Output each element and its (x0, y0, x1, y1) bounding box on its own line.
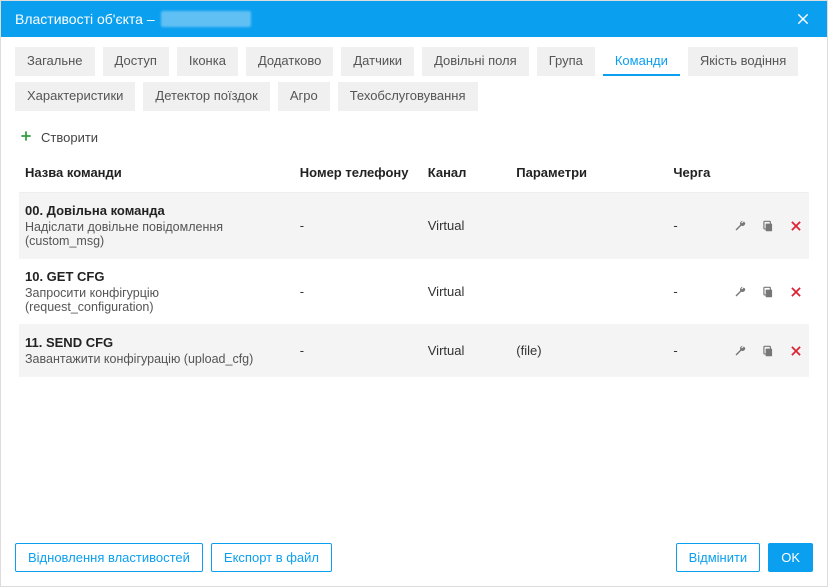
tab-техобслуговування[interactable]: Техобслуговування (338, 82, 478, 111)
cell-phone: - (294, 193, 422, 259)
tab-команди[interactable]: Команди (603, 47, 680, 76)
command-name: 11. SEND CFG (25, 335, 288, 350)
wrench-icon[interactable] (733, 285, 747, 299)
command-subtitle: Завантажити конфігурацію (upload_cfg) (25, 352, 288, 366)
cell-channel: Virtual (422, 325, 511, 377)
cell-actions (727, 193, 809, 259)
col-header-params: Параметри (510, 155, 667, 193)
title-prefix: Властивості об'єкта – (15, 11, 155, 27)
col-header-queue: Черга (667, 155, 727, 193)
tab-характеристики[interactable]: Характеристики (15, 82, 135, 111)
tab-довільні-поля[interactable]: Довільні поля (422, 47, 529, 76)
col-header-channel: Канал (422, 155, 511, 193)
commands-table-wrap: Назва команди Номер телефону Канал Парам… (1, 155, 827, 533)
restore-properties-button[interactable]: Відновлення властивостей (15, 543, 203, 572)
commands-table: Назва команди Номер телефону Канал Парам… (19, 155, 809, 377)
cell-channel: Virtual (422, 259, 511, 325)
cell-actions (727, 259, 809, 325)
col-header-phone: Номер телефону (294, 155, 422, 193)
wrench-icon[interactable] (733, 219, 747, 233)
col-header-actions (727, 155, 809, 193)
cell-name: 00. Довільна команда Надіслати довільне п… (19, 193, 294, 259)
table-row: 11. SEND CFG Завантажити конфігурацію (up… (19, 325, 809, 377)
cell-phone: - (294, 259, 422, 325)
command-name: 10. GET CFG (25, 269, 288, 284)
tabs-row-2: Характеристики Детектор поїздок Агро Техобс… (1, 76, 827, 119)
plus-icon[interactable] (19, 129, 33, 146)
cell-params (510, 259, 667, 325)
cell-actions (727, 325, 809, 377)
delete-icon[interactable] (789, 344, 803, 358)
copy-icon[interactable] (761, 219, 775, 233)
dialog-footer: Відновлення властивостей Експорт в файл … (1, 533, 827, 586)
object-properties-dialog: Властивості об'єкта – Загальне Доступ Ікон… (0, 0, 828, 587)
tab-загальне[interactable]: Загальне (15, 47, 95, 76)
copy-icon[interactable] (761, 344, 775, 358)
footer-left: Відновлення властивостей Експорт в файл (15, 543, 332, 572)
tab-група[interactable]: Група (537, 47, 595, 76)
dialog-title: Властивості об'єкта – (15, 11, 251, 27)
tab-детектор-поїздок[interactable]: Детектор поїздок (143, 82, 269, 111)
title-object-name-blurred (161, 11, 251, 27)
tab-іконка[interactable]: Іконка (177, 47, 238, 76)
cell-params (510, 193, 667, 259)
table-body: 00. Довільна команда Надіслати довільне п… (19, 193, 809, 377)
create-row: Створити (1, 119, 827, 155)
cell-name: 10. GET CFG Запросити конфігурцію (reques… (19, 259, 294, 325)
tabs-row-1: Загальне Доступ Іконка Додатково Датчики Дові… (1, 37, 827, 76)
tab-доступ[interactable]: Доступ (103, 47, 169, 76)
tab-якість-водіння[interactable]: Якість водіння (688, 47, 798, 76)
table-row: 10. GET CFG Запросити конфігурцію (reques… (19, 259, 809, 325)
cell-phone: - (294, 325, 422, 377)
table-row: 00. Довільна команда Надіслати довільне п… (19, 193, 809, 259)
delete-icon[interactable] (789, 285, 803, 299)
cell-queue: - (667, 325, 727, 377)
command-subtitle: Надіслати довільне повідомлення (custom_… (25, 220, 288, 248)
ok-button[interactable]: OK (768, 543, 813, 572)
cell-queue: - (667, 193, 727, 259)
create-button[interactable]: Створити (41, 130, 98, 145)
wrench-icon[interactable] (733, 344, 747, 358)
table-header-row: Назва команди Номер телефону Канал Парам… (19, 155, 809, 193)
cell-queue: - (667, 259, 727, 325)
footer-right: Відмінити OK (676, 543, 813, 572)
cancel-button[interactable]: Відмінити (676, 543, 761, 572)
tab-датчики[interactable]: Датчики (341, 47, 414, 76)
cell-channel: Virtual (422, 193, 511, 259)
copy-icon[interactable] (761, 285, 775, 299)
close-icon (796, 12, 810, 26)
tab-агро[interactable]: Агро (278, 82, 330, 111)
col-header-name: Назва команди (19, 155, 294, 193)
export-to-file-button[interactable]: Експорт в файл (211, 543, 332, 572)
titlebar: Властивості об'єкта – (1, 1, 827, 37)
tab-додатково[interactable]: Додатково (246, 47, 333, 76)
delete-icon[interactable] (789, 219, 803, 233)
cell-name: 11. SEND CFG Завантажити конфігурацію (up… (19, 325, 294, 377)
cell-params: (file) (510, 325, 667, 377)
command-name: 00. Довільна команда (25, 203, 288, 218)
close-button[interactable] (793, 9, 813, 29)
command-subtitle: Запросити конфігурцію (request_configura… (25, 286, 288, 314)
